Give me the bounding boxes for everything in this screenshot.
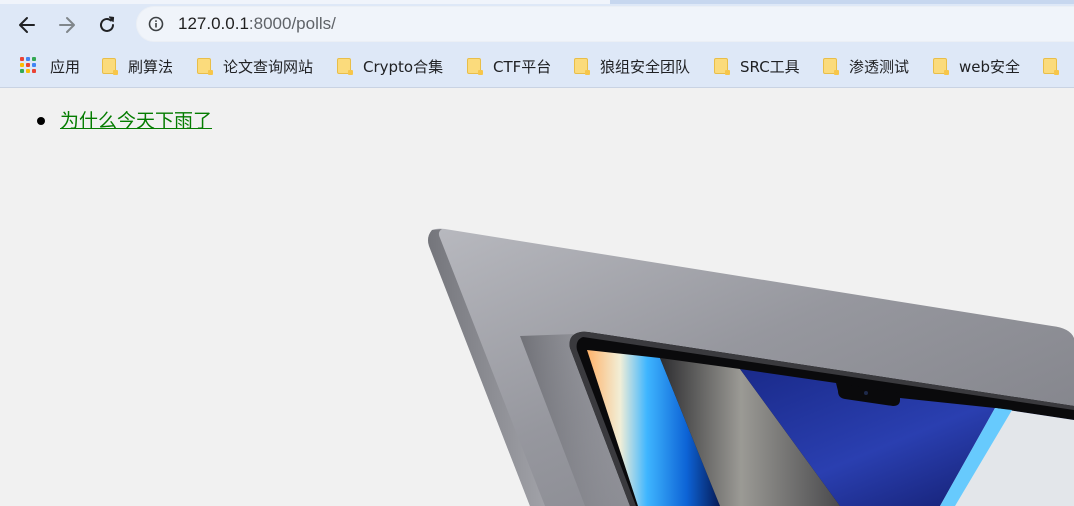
folder-icon bbox=[714, 57, 730, 75]
forward-button[interactable] bbox=[54, 12, 80, 38]
tab-strip bbox=[0, 0, 1074, 4]
url-text[interactable]: 127.0.0.1:8000/polls/ bbox=[178, 13, 336, 35]
folder-icon bbox=[467, 57, 483, 75]
url-path: :8000/polls/ bbox=[248, 14, 336, 33]
bullet-icon bbox=[37, 117, 45, 125]
bookmark-folder[interactable] bbox=[1043, 54, 1069, 78]
page-content: 为什么今天下雨了 bbox=[0, 88, 1074, 506]
reload-icon bbox=[100, 16, 115, 32]
bookmark-apps[interactable]: 应用 bbox=[20, 54, 80, 78]
bookmark-folder[interactable]: CTF平台 bbox=[467, 54, 551, 78]
bookmark-folder[interactable]: 论文查询网站 bbox=[197, 54, 313, 78]
folder-icon bbox=[102, 57, 118, 75]
bookmark-folder[interactable]: 狼组安全团队 bbox=[574, 54, 690, 78]
bookmarks-bar: 应用 刷算法 论文查询网站 Crypto合集 CTF平台 狼组安全团队 SRC工… bbox=[0, 46, 1074, 88]
folder-icon bbox=[337, 57, 353, 75]
bookmark-folder[interactable]: 刷算法 bbox=[102, 54, 173, 78]
folder-icon bbox=[823, 57, 839, 75]
bookmark-label: Crypto合集 bbox=[363, 57, 444, 76]
bookmark-label: 狼组安全团队 bbox=[600, 57, 691, 76]
bookmark-label: SRC工具 bbox=[740, 57, 800, 76]
back-button[interactable] bbox=[14, 12, 40, 38]
poll-list: 为什么今天下雨了 bbox=[37, 108, 212, 134]
bookmark-folder[interactable]: SRC工具 bbox=[714, 54, 800, 78]
forward-arrow-icon bbox=[59, 17, 75, 33]
folder-icon bbox=[197, 57, 213, 75]
url-host: 127.0.0.1 bbox=[178, 14, 249, 33]
folder-icon bbox=[933, 57, 949, 75]
bookmark-label: 渗透测试 bbox=[849, 57, 910, 76]
bookmark-folder[interactable]: web安全 bbox=[933, 54, 1020, 78]
reload-button[interactable] bbox=[94, 12, 120, 38]
bookmark-label: 刷算法 bbox=[128, 57, 174, 76]
bookmark-label: 应用 bbox=[50, 57, 81, 76]
bookmark-label: CTF平台 bbox=[493, 57, 552, 76]
info-icon[interactable] bbox=[148, 16, 164, 32]
folder-icon bbox=[574, 57, 590, 75]
browser-toolbar: 127.0.0.1:8000/polls/ bbox=[0, 0, 1074, 46]
bookmark-folder[interactable]: 渗透测试 bbox=[823, 54, 909, 78]
folder-icon bbox=[1043, 57, 1059, 75]
list-item: 为什么今天下雨了 bbox=[37, 108, 212, 134]
laptop-background-image bbox=[428, 228, 1074, 506]
bookmark-label: 论文查询网站 bbox=[223, 57, 314, 76]
active-tab[interactable] bbox=[0, 0, 610, 4]
bookmark-label: web安全 bbox=[959, 57, 1021, 76]
back-arrow-icon bbox=[19, 17, 35, 33]
bookmark-folder[interactable]: Crypto合集 bbox=[337, 54, 443, 78]
address-bar[interactable]: 127.0.0.1:8000/polls/ bbox=[136, 6, 1074, 42]
apps-grid-icon bbox=[20, 57, 38, 75]
poll-question-link[interactable]: 为什么今天下雨了 bbox=[60, 110, 212, 132]
